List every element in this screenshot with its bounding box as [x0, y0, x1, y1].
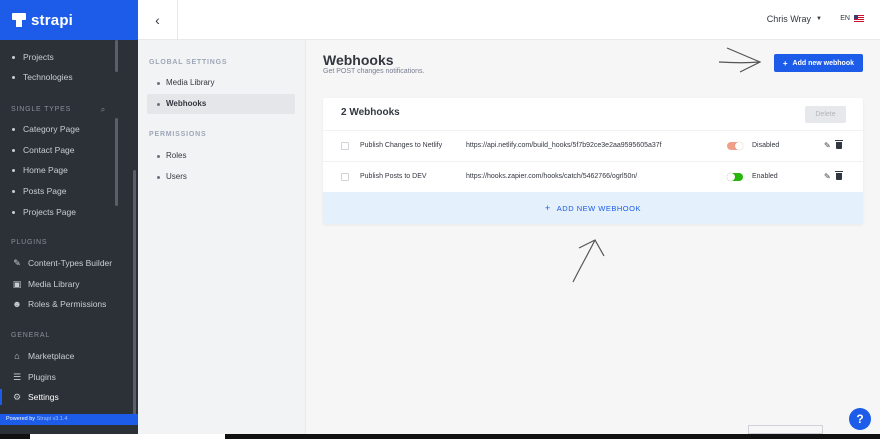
sidebar-item-home-page[interactable]: Home Page [0, 160, 128, 180]
users-icon: ☻ [12, 299, 22, 309]
sidebar-item-roles-permissions[interactable]: ☻ Roles & Permissions [0, 294, 128, 314]
webhook-name: Publish Changes to Netlify [360, 142, 443, 149]
page-subtitle: Get POST changes notifications. [323, 68, 425, 75]
search-icon[interactable]: ⌕ [101, 102, 106, 118]
webhook-url: https://api.netlify.com/build_hooks/5f7b… [466, 142, 662, 149]
chevron-left-icon: ‹ [155, 12, 160, 28]
plus-icon: + [545, 203, 551, 213]
caret-down-icon: ▼ [816, 16, 822, 22]
sidebar-section-plugins: PLUGINS [11, 239, 48, 246]
sidebar-item-settings[interactable]: ⚙ Settings [0, 387, 128, 407]
brand-logo[interactable]: strapi [0, 0, 138, 40]
trash-icon[interactable] [835, 171, 843, 180]
subnav-item-media-library[interactable]: Media Library [147, 73, 295, 93]
bullet-icon [157, 154, 160, 158]
list-icon: ☰ [12, 372, 22, 382]
help-button[interactable]: ? [849, 408, 871, 430]
subnav-item-roles[interactable]: Roles [147, 146, 295, 166]
language-switcher[interactable]: EN [840, 15, 864, 22]
pencil-icon: ✎ [13, 258, 21, 268]
sidebar-item-media-library[interactable]: ▣ Media Library [0, 274, 128, 294]
powered-by-footer: Powered by Strapi v3.1.4 [0, 414, 138, 425]
subnav-item-users[interactable]: Users [147, 167, 295, 187]
shop-icon: ⌂ [14, 351, 20, 361]
sidebar-section-single-types: SINGLE TYPES ⌕ [0, 102, 122, 118]
webhook-toggle[interactable] [727, 142, 743, 150]
scrollbar-single-types[interactable] [115, 118, 118, 206]
bottom-bar [0, 434, 880, 439]
add-new-webhook-button[interactable]: + Add new webhook [773, 54, 863, 72]
sidebar-item-category-page[interactable]: Category Page [0, 119, 128, 139]
scrollbar-main[interactable] [133, 170, 136, 418]
bullet-icon [12, 148, 15, 152]
subnav-title-global-settings: GLOBAL SETTINGS [149, 59, 228, 66]
bullet-icon [157, 102, 160, 106]
sidebar-item-content-types-builder[interactable]: ✎ Content-Types Builder [0, 253, 128, 273]
toggle-knob [727, 173, 735, 181]
sidebar-item-marketplace[interactable]: ⌂ Marketplace [0, 346, 128, 366]
sidebar-item-contact-page[interactable]: Contact Page [0, 140, 128, 160]
sidebar-item-projects[interactable]: Projects [0, 47, 128, 67]
sidebar-scroll-area: Projects Technologies SINGLE TYPES ⌕ Cate… [0, 40, 138, 418]
sidebar-item-plugins[interactable]: ☰ Plugins [0, 367, 128, 387]
row-checkbox[interactable] [341, 142, 349, 150]
plus-icon: + [782, 58, 788, 68]
toggle-knob [735, 142, 743, 150]
webhook-status: Disabled [752, 142, 780, 149]
bullet-icon [12, 189, 15, 193]
camera-icon: ▣ [12, 279, 22, 289]
main-sidebar: strapi Projects Technologies SINGLE TYPE… [0, 0, 138, 439]
sidebar-item-technologies[interactable]: Technologies [0, 67, 128, 87]
webhook-url: https://hooks.zapier.com/hooks/catch/546… [466, 173, 638, 180]
subnav-item-webhooks[interactable]: Webhooks [147, 94, 295, 114]
webhook-toggle[interactable] [727, 173, 743, 181]
bullet-icon [12, 168, 15, 172]
strapi-logo-icon [12, 13, 26, 27]
gear-icon: ⚙ [12, 392, 22, 402]
tooltip-ghost [748, 425, 823, 434]
edit-pencil-icon[interactable]: ✎ [824, 172, 831, 181]
user-name: Chris Wray [766, 14, 812, 24]
table-row[interactable]: Publish Changes to Netlify https://api.n… [323, 130, 863, 161]
strapi-version-link[interactable]: Strapi v3.1.4 [37, 416, 68, 422]
main-content: Webhooks Get POST changes notifications.… [306, 40, 880, 439]
bullet-icon [157, 175, 160, 179]
user-menu[interactable]: Chris Wray ▼ [767, 14, 822, 24]
language-code: EN [840, 15, 850, 22]
sidebar-item-projects-page[interactable]: Projects Page [0, 202, 128, 222]
sidebar-item-posts-page[interactable]: Posts Page [0, 181, 128, 201]
page-title: Webhooks [323, 52, 394, 68]
webhooks-count-title: 2 Webhooks [341, 107, 400, 118]
edit-pencil-icon[interactable]: ✎ [824, 141, 831, 150]
webhook-name: Publish Posts to DEV [360, 173, 427, 180]
webhooks-card: 2 Webhooks Delete Publish Changes to Net… [323, 98, 863, 224]
bullet-icon [12, 75, 15, 79]
bullet-icon [12, 210, 15, 214]
add-new-webhook-row[interactable]: + ADD NEW WEBHOOK [323, 192, 863, 224]
bottom-bar-segment [30, 434, 225, 439]
row-checkbox[interactable] [341, 173, 349, 181]
scrollbar-top[interactable] [115, 40, 118, 72]
trash-icon[interactable] [835, 140, 843, 149]
top-header: ‹ Chris Wray ▼ EN [138, 0, 880, 40]
delete-button[interactable]: Delete [805, 106, 846, 123]
webhook-status: Enabled [752, 173, 778, 180]
bullet-icon [157, 81, 160, 85]
table-row[interactable]: Publish Posts to DEV https://hooks.zapie… [323, 161, 863, 192]
sidebar-section-general: GENERAL [11, 332, 51, 339]
brand-name: strapi [31, 11, 74, 29]
subnav-title-permissions: PERMISSIONS [149, 131, 207, 138]
bullet-icon [12, 55, 15, 59]
settings-subnav: GLOBAL SETTINGS Media Library Webhooks P… [138, 40, 306, 439]
bullet-icon [12, 127, 15, 131]
us-flag-icon [854, 15, 864, 22]
back-button[interactable]: ‹ [138, 0, 178, 40]
